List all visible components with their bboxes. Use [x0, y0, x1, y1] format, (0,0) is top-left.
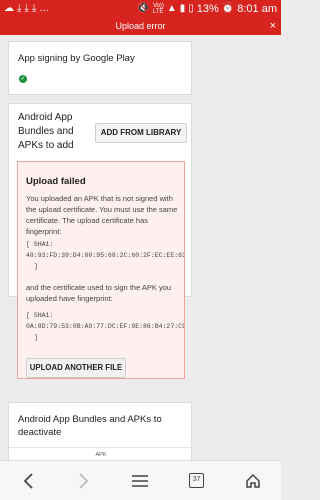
upload-error-text: Upload error — [115, 21, 166, 31]
upload-failed-title: Upload failed — [26, 176, 86, 187]
tabs-button[interactable]: 37 — [182, 466, 212, 496]
status-bar: ☁ ⤓ ⤓ ⤓ … 🔇 Vo)) LTE ▲ ▮ ▯ 13% ⏰ 8:01 am — [0, 0, 281, 18]
app-signing-card: App signing by Google Play ✓ — [8, 41, 192, 95]
battery-percent: 13% — [196, 3, 219, 15]
error-message-1: You uploaded an APK that is not signed w… — [26, 194, 178, 236]
bundles-to-deactivate-title: Android App Bundles and APKs to deactiva… — [18, 414, 162, 438]
main-content: App signing by Google Play ✓ Android App… — [0, 35, 281, 460]
download-icon: ⤓ — [24, 3, 29, 14]
check-circle-icon: ✓ — [19, 75, 27, 83]
download-icon: ⤓ — [31, 3, 37, 14]
error-message-2: and the certificate used to sign the APK… — [26, 283, 172, 303]
apk-column-header: APK — [95, 452, 107, 458]
menu-icon[interactable] — [125, 466, 155, 496]
signal-icon: ▲ — [166, 3, 177, 14]
mute-icon: 🔇 — [137, 3, 150, 14]
fingerprint-bracket: ] — [34, 334, 38, 341]
forward-icon[interactable] — [69, 466, 99, 496]
apk-fingerprint: [ SHA1: 0A:8D:79:53:0B:A9:77:DC:EF:9E:86… — [26, 310, 184, 343]
upload-fingerprint-value: [ SHA1: 48:93:FD:39:D4:80:95:68:2C:60:2F… — [26, 241, 184, 259]
bundles-to-deactivate-card: Android App Bundles and APKs to deactiva… — [8, 402, 193, 460]
lte-icon: ▮ — [179, 3, 186, 14]
bundles-to-add-title: Android App Bundles and APKs to add — [18, 112, 74, 151]
add-from-library-button[interactable]: ADD FROM LIBRARY — [95, 123, 187, 143]
divider — [9, 447, 193, 448]
clock-icon: ⏰ — [221, 3, 235, 14]
upload-fingerprint: [ SHA1: 48:93:FD:39:D4:80:95:68:2C:60:2F… — [26, 239, 184, 272]
home-icon[interactable] — [238, 466, 268, 496]
back-icon[interactable] — [13, 466, 43, 496]
fingerprint-bracket: ] — [34, 263, 38, 270]
apk-fingerprint-value: [ SHA1: 0A:8D:79:53:0B:A9:77:DC:EF:9E:86… — [26, 312, 184, 330]
browser-nav-bar: 37 — [0, 460, 281, 500]
cloud-upload-icon: ☁ — [4, 3, 14, 14]
app-signing-title: App signing by Google Play — [18, 53, 135, 64]
tabs-count: 37 — [189, 473, 205, 488]
download-icon: ⤓ — [17, 3, 22, 14]
bundles-to-add-card: Android App Bundles and APKs to add ADD … — [8, 103, 192, 379]
more-icon: … — [39, 3, 50, 14]
close-icon[interactable]: × — [270, 18, 276, 35]
network-labels: Vo)) LTE — [153, 3, 164, 15]
upload-another-file-button[interactable]: UPLOAD ANOTHER FILE — [26, 358, 126, 378]
lte-label: LTE — [152, 9, 164, 15]
upload-failed-box: Upload failed You uploaded an APK that i… — [17, 161, 185, 379]
status-time: 8:01 am — [237, 3, 277, 15]
upload-error-banner: Upload error × — [0, 18, 281, 35]
battery-icon: ▯ — [188, 3, 194, 14]
